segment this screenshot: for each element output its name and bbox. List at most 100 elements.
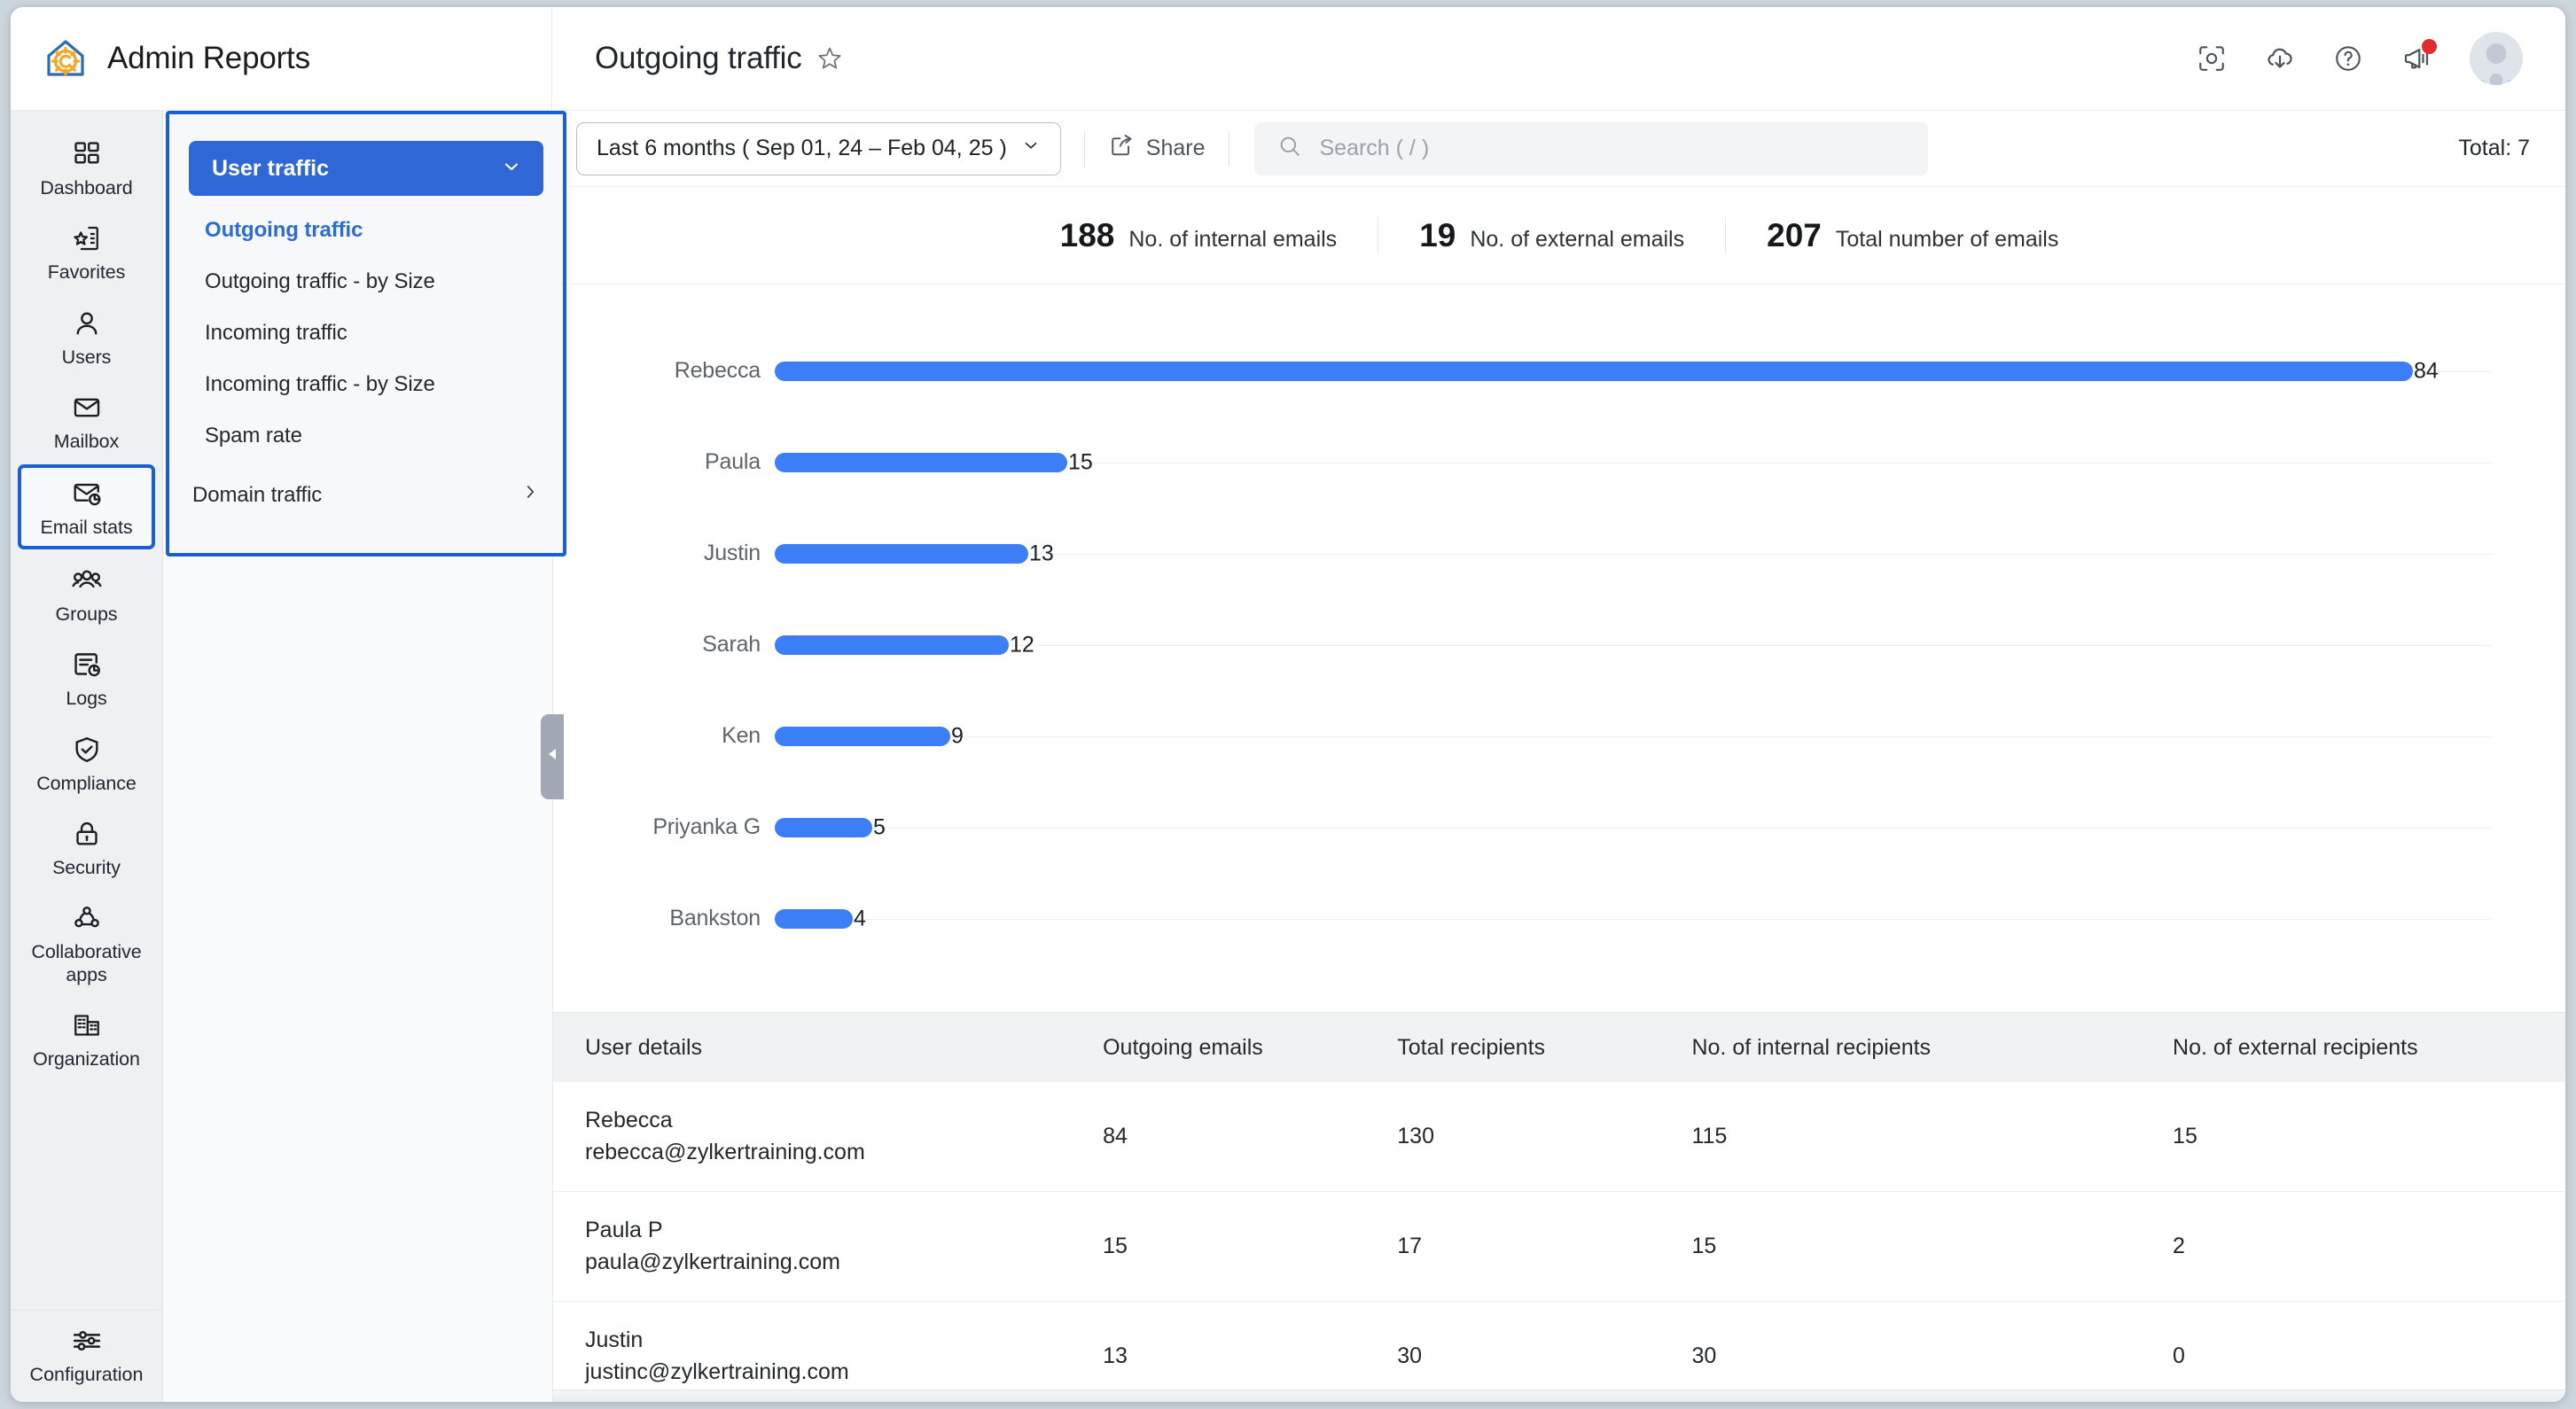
menu-item-outgoing-traffic[interactable]: Outgoing traffic bbox=[169, 205, 563, 256]
menu-item-domain-traffic[interactable]: Domain traffic bbox=[169, 469, 563, 521]
collab-apps-icon bbox=[16, 900, 157, 936]
sidebar-item-mailbox[interactable]: Mailbox bbox=[11, 378, 162, 463]
date-range-selector[interactable]: Last 6 months ( Sep 01, 24 – Feb 04, 25 … bbox=[576, 122, 1061, 175]
report-group-label: User traffic bbox=[212, 156, 329, 182]
sidebar-item-users[interactable]: Users bbox=[11, 294, 162, 378]
chart-bar-fill[interactable]: 15 bbox=[775, 453, 1067, 472]
chart-bar-fill[interactable]: 12 bbox=[775, 635, 1009, 655]
chart-bar-row[interactable]: Priyanka G5 bbox=[775, 782, 2491, 873]
table-header-row: User details Outgoing emails Total recip… bbox=[553, 1013, 2565, 1082]
sidebar-item-groups[interactable]: Groups bbox=[11, 551, 162, 635]
stat-value: 19 bbox=[1419, 217, 1456, 254]
sidebar-item-label: Compliance bbox=[16, 773, 157, 795]
chart-bar-value: 13 bbox=[1029, 541, 1109, 566]
snapshot-icon[interactable] bbox=[2197, 43, 2227, 74]
icon-rail: Dashboard Favorites bbox=[11, 111, 163, 1402]
menu-item-label: Domain traffic bbox=[192, 483, 322, 508]
sidebar-item-logs[interactable]: Logs bbox=[11, 635, 162, 720]
menu-item-incoming-traffic[interactable]: Incoming traffic bbox=[169, 307, 563, 359]
cell-external-recipients: 15 bbox=[2173, 1082, 2565, 1192]
stat-label: Total number of emails bbox=[1836, 227, 2059, 253]
panel-collapse-handle[interactable] bbox=[541, 714, 564, 799]
date-range-label: Last 6 months ( Sep 01, 24 – Feb 04, 25 … bbox=[597, 136, 1007, 161]
chart-bar-label: Bankston bbox=[555, 906, 761, 931]
grid-icon bbox=[16, 136, 157, 172]
user-name: Rebecca bbox=[585, 1105, 1094, 1137]
log-clock-icon bbox=[16, 647, 157, 682]
share-icon bbox=[1108, 132, 1135, 165]
chart-bar-value: 15 bbox=[1068, 449, 1148, 475]
chart-bar-row[interactable]: Rebecca84 bbox=[775, 325, 2491, 416]
search-box[interactable] bbox=[1254, 122, 1928, 175]
column-header-user-details[interactable]: User details bbox=[553, 1013, 1103, 1082]
chart-bar-row[interactable]: Bankston4 bbox=[775, 873, 2491, 964]
sidebar-item-compliance[interactable]: Compliance bbox=[11, 720, 162, 805]
sidebar-item-dashboard[interactable]: Dashboard bbox=[11, 125, 162, 209]
chart-bar-track: 12 bbox=[775, 635, 2491, 655]
lock-icon bbox=[16, 816, 157, 852]
cell-total-recipients: 17 bbox=[1397, 1192, 1691, 1302]
sidebar-item-favorites[interactable]: Favorites bbox=[11, 209, 162, 293]
chart-bar-fill[interactable]: 84 bbox=[775, 362, 2413, 381]
chart-bar-value: 84 bbox=[2414, 358, 2494, 384]
star-icon[interactable] bbox=[816, 45, 843, 72]
user-name: Justin bbox=[585, 1325, 1094, 1357]
megaphone-icon[interactable] bbox=[2400, 43, 2432, 74]
cell-outgoing-emails: 15 bbox=[1103, 1192, 1397, 1302]
chart-bar-row[interactable]: Ken9 bbox=[775, 690, 2491, 782]
chart-bar-fill[interactable]: 13 bbox=[775, 544, 1028, 564]
chart-bar-track: 4 bbox=[775, 909, 2491, 929]
user-email: rebecca@zylkertraining.com bbox=[585, 1137, 1094, 1169]
star-doc-icon bbox=[16, 221, 157, 256]
sidebar-item-organization[interactable]: Organization bbox=[11, 996, 162, 1080]
cloud-download-icon[interactable] bbox=[2264, 43, 2296, 74]
table-row[interactable]: Rebeccarebecca@zylkertraining.com8413011… bbox=[553, 1082, 2565, 1192]
menu-item-outgoing-traffic-by-size[interactable]: Outgoing traffic - by Size bbox=[169, 256, 563, 307]
share-label: Share bbox=[1146, 136, 1206, 161]
report-menu-column: User traffic Outgoing traffic Outgoing t… bbox=[163, 111, 553, 1402]
cell-outgoing-emails: 84 bbox=[1103, 1082, 1397, 1192]
chart-bar-track: 15 bbox=[775, 453, 2491, 472]
menu-item-incoming-traffic-by-size[interactable]: Incoming traffic - by Size bbox=[169, 359, 563, 410]
chart-bar-fill[interactable]: 5 bbox=[775, 818, 872, 837]
stat-external-emails: 19 No. of external emails bbox=[1378, 217, 1725, 254]
chart-bar-value: 4 bbox=[854, 906, 933, 931]
column-header-outgoing-emails[interactable]: Outgoing emails bbox=[1103, 1013, 1397, 1082]
table-row[interactable]: Justinjustinc@zylkertraining.com1330300 bbox=[553, 1302, 2565, 1403]
report-group-select[interactable]: User traffic bbox=[189, 141, 543, 196]
column-header-internal-recipients[interactable]: No. of internal recipients bbox=[1691, 1013, 2173, 1082]
sidebar-item-collaborative-apps[interactable]: Collaborative apps bbox=[11, 889, 162, 996]
question-circle-icon[interactable] bbox=[2333, 43, 2363, 74]
horizontal-scrollbar[interactable] bbox=[553, 1390, 2565, 1402]
column-header-total-recipients[interactable]: Total recipients bbox=[1397, 1013, 1691, 1082]
chart-bar-row[interactable]: Sarah12 bbox=[775, 599, 2491, 690]
brand[interactable]: Admin Reports bbox=[11, 7, 551, 110]
user-email: paula@zylkertraining.com bbox=[585, 1247, 1094, 1279]
sidebar-item-configuration[interactable]: Configuration bbox=[11, 1310, 162, 1402]
body: Dashboard Favorites bbox=[11, 111, 2565, 1402]
sidebar-item-security[interactable]: Security bbox=[11, 805, 162, 889]
building-icon bbox=[16, 1008, 157, 1043]
avatar[interactable] bbox=[2470, 32, 2523, 85]
chart-plot-area: Rebecca84Paula15Justin13Sarah12Ken9Priya… bbox=[553, 325, 2491, 1012]
chart-bar-fill[interactable]: 4 bbox=[775, 909, 853, 929]
sidebar-item-label: Dashboard bbox=[16, 177, 157, 199]
envelope-icon bbox=[16, 390, 157, 425]
chart-bar-row[interactable]: Paula15 bbox=[775, 416, 2491, 508]
chart-bar-row[interactable]: Justin13 bbox=[775, 508, 2491, 599]
user-details-table: User details Outgoing emails Total recip… bbox=[553, 1012, 2565, 1402]
cell-user-details: Paula Ppaula@zylkertraining.com bbox=[553, 1192, 1103, 1302]
content-area: Last 6 months ( Sep 01, 24 – Feb 04, 25 … bbox=[553, 111, 2565, 1402]
chart-bar-fill[interactable]: 9 bbox=[775, 727, 950, 746]
share-button[interactable]: Share bbox=[1108, 132, 1206, 165]
table-row[interactable]: Paula Ppaula@zylkertraining.com1517152 bbox=[553, 1192, 2565, 1302]
menu-item-spam-rate[interactable]: Spam rate bbox=[169, 410, 563, 462]
cell-internal-recipients: 15 bbox=[1691, 1192, 2173, 1302]
sidebar-item-email-stats[interactable]: Email stats bbox=[18, 464, 155, 549]
cell-user-details: Justinjustinc@zylkertraining.com bbox=[553, 1302, 1103, 1403]
sidebar-item-label: Groups bbox=[16, 603, 157, 626]
column-header-external-recipients[interactable]: No. of external recipients bbox=[2173, 1013, 2565, 1082]
chart-bar-track: 9 bbox=[775, 727, 2491, 746]
chart-bar-track: 84 bbox=[775, 362, 2491, 381]
search-input[interactable] bbox=[1320, 136, 1905, 161]
